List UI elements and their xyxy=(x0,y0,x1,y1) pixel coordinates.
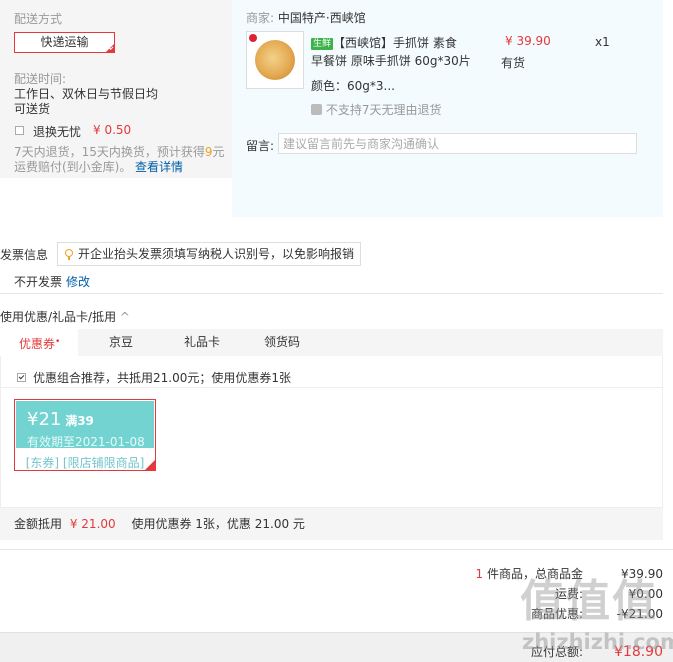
discount-section-toggle[interactable]: 使用优惠/礼品卡/抵用 ^ xyxy=(0,308,130,325)
no-return-notice: 不支持7天无理由退货 xyxy=(311,101,441,118)
insurance-label: 退换无忧 xyxy=(33,125,82,139)
coupon-condition: 满39 xyxy=(65,414,94,428)
watermark: 值值值 xyxy=(520,576,658,627)
divider xyxy=(0,293,663,294)
divider xyxy=(1,387,662,388)
message-input[interactable] xyxy=(278,133,637,154)
stock-status: 有货 xyxy=(501,56,526,70)
insurance-checkbox[interactable] xyxy=(15,124,24,138)
express-shipping-button[interactable]: 快递运输 xyxy=(14,32,115,53)
product-title[interactable]: 生鲜 【西峡馆】手抓饼 素食 xyxy=(311,34,457,51)
discount-tabs: 优惠券• 京豆 礼品卡 领货码 xyxy=(0,329,663,356)
brand-logo-icon xyxy=(249,34,257,42)
product-quantity: x1 xyxy=(595,35,610,49)
invoice-tip: 开企业抬头发票须填写纳税人识别号，以免影响报销 xyxy=(57,242,361,266)
merchant-name: 中国特产·西峡馆 xyxy=(277,11,366,25)
insurance-details-link[interactable]: 查看详情 xyxy=(135,158,183,175)
selected-check-icon xyxy=(106,44,114,52)
selected-check-icon xyxy=(145,460,155,470)
coupon-tags: [东券] [限店铺限商品] xyxy=(25,456,145,470)
coupon-card[interactable]: ¥21 满39 有效期至2021-01-08 [东券] [限店铺限商品] xyxy=(14,399,156,471)
pancake-image xyxy=(255,40,295,80)
no-return-icon xyxy=(311,104,322,115)
tab-gift-card[interactable]: 礼品卡 xyxy=(184,329,220,356)
chevron-up-icon: ^ xyxy=(119,310,130,324)
delivery-time-value-2: 可送货 xyxy=(14,102,51,116)
product-image[interactable] xyxy=(246,31,304,89)
divider xyxy=(0,549,673,550)
tab-jingdou[interactable]: 京豆 xyxy=(109,329,133,356)
discount-summary: 金额抵用 ¥ 21.00 使用优惠券 1张，优惠 21.00 元 xyxy=(0,508,663,540)
combo-checkbox[interactable] xyxy=(17,371,26,385)
combo-recommend-text: 优惠组合推荐，共抵用21.00元；使用优惠券1张 xyxy=(33,371,291,385)
invoice-title: 发票信息 xyxy=(0,248,49,262)
invoice-value: 不开发票 xyxy=(14,275,63,289)
product-price: ¥ 39.90 xyxy=(505,34,551,48)
product-color: 颜色：60g*3... xyxy=(311,79,395,93)
coupon-top: ¥21 满39 有效期至2021-01-08 xyxy=(16,401,154,449)
coupon-amount: ¥21 xyxy=(27,409,62,430)
insurance-desc-line2: 运费赔付(到小金库)。 xyxy=(14,160,132,174)
message-label: 留言: xyxy=(246,139,275,153)
lightbulb-icon xyxy=(65,249,73,260)
insurance-price: ¥ 0.50 xyxy=(93,123,132,137)
tab-redeem-code[interactable]: 领货码 xyxy=(264,329,300,356)
shipping-method-label: 快递运输 xyxy=(40,35,89,49)
shipping-title: 配送方式 xyxy=(14,12,63,26)
invoice-edit-link[interactable]: 修改 xyxy=(66,273,90,290)
tab-coupons[interactable]: 优惠券• xyxy=(0,329,78,356)
fresh-tag: 生鲜 xyxy=(311,38,334,50)
coupon-expiry: 有效期至2021-01-08 xyxy=(27,435,145,449)
merchant-row: 商家: 中国特产·西峡馆 xyxy=(246,11,366,25)
watermark-site: zhizhizhi.com xyxy=(522,630,673,654)
product-title-line2[interactable]: 早餐饼 原味手抓饼 60g*30片 xyxy=(311,52,471,69)
